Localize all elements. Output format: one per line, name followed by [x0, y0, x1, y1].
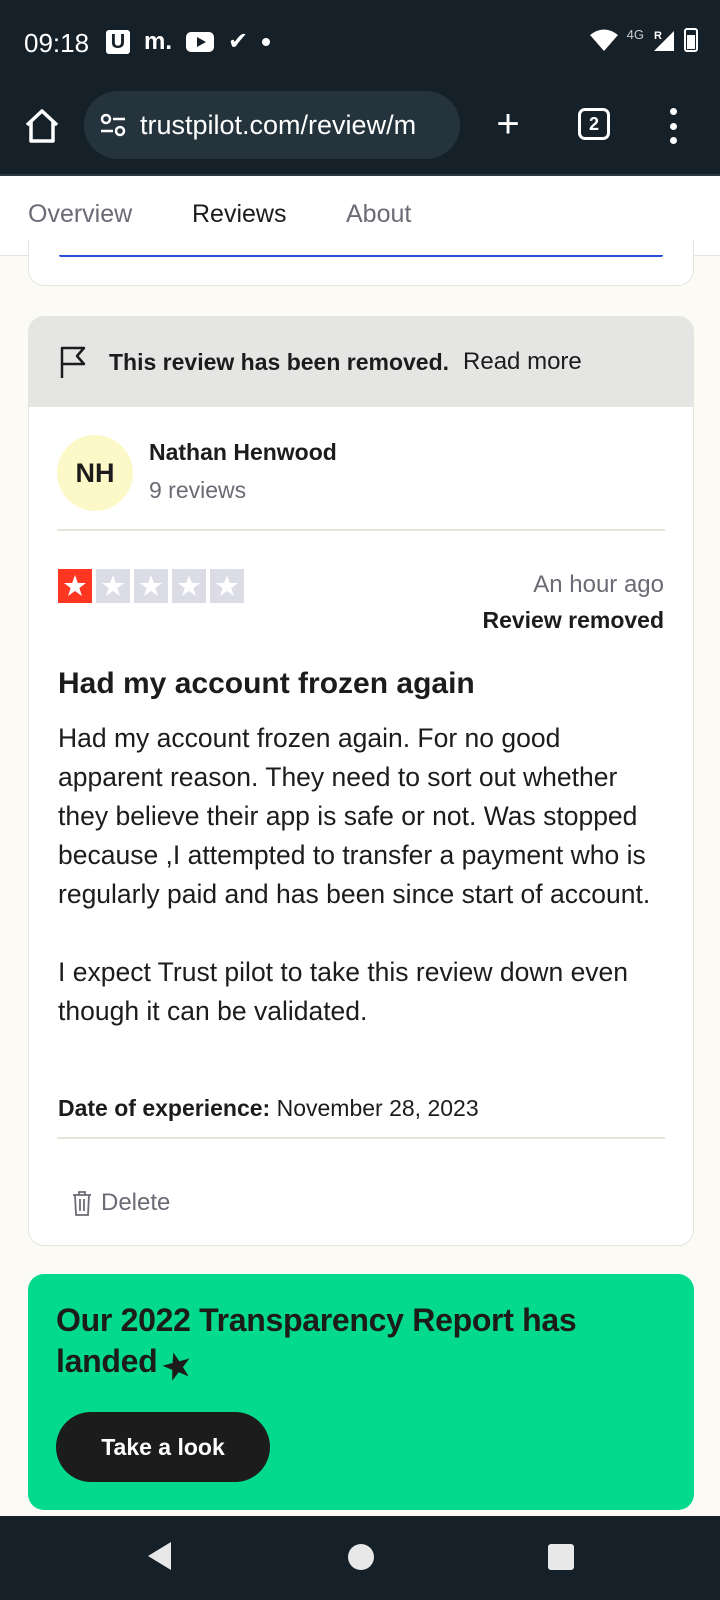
footer-divider	[57, 1137, 665, 1139]
review-status: Review removed	[482, 607, 664, 633]
star-empty-icon	[134, 569, 168, 603]
notification-icons: U m. ✔	[106, 28, 271, 55]
read-more-link[interactable]: Read more	[463, 348, 582, 376]
star-empty-icon	[96, 569, 130, 603]
review-title: Had my account frozen again	[58, 667, 475, 700]
tab-switcher-button[interactable]: 2	[578, 108, 610, 140]
tab-overview[interactable]: Overview	[28, 200, 132, 229]
star-empty-icon	[210, 569, 244, 603]
new-tab-button[interactable]: +	[488, 102, 528, 146]
review-card: This review has been removed. Read more …	[28, 316, 694, 1246]
review-paragraph: I expect Trust pilot to take this review…	[58, 957, 629, 1026]
wifi-icon	[589, 29, 618, 51]
star-empty-icon	[172, 569, 206, 603]
promo-title: Our 2022 Transparency Report has landed	[56, 1300, 656, 1382]
system-icons: 4G R	[589, 26, 698, 52]
delete-label: Delete	[101, 1189, 171, 1216]
transparency-report-banner: Our 2022 Transparency Report has landed …	[28, 1274, 694, 1510]
signal-icon: R	[654, 30, 674, 51]
removed-banner: This review has been removed. Read more	[29, 317, 693, 407]
take-a-look-button[interactable]: Take a look	[56, 1412, 270, 1482]
home-icon[interactable]	[348, 1544, 374, 1570]
app-m-notification-icon: m.	[144, 28, 173, 55]
battery-icon	[684, 28, 698, 52]
date-label: Date of experience:	[58, 1095, 271, 1121]
system-nav-bar	[0, 1516, 720, 1600]
checkmark-icon: ✔	[228, 28, 249, 55]
more-menu-button[interactable]	[668, 108, 678, 144]
promo-title-text: Our 2022 Transparency Report has landed	[56, 1302, 577, 1379]
url-text: trustpilot.com/review/m	[140, 109, 417, 140]
roaming-label: R	[654, 30, 662, 42]
star-rating	[58, 569, 244, 603]
review-body: Had my account frozen again. For no good…	[58, 719, 670, 1070]
youtube-icon	[186, 32, 215, 52]
review-timestamp: An hour ago	[533, 571, 664, 598]
recents-icon[interactable]	[548, 1544, 574, 1570]
previous-card-border	[59, 255, 663, 257]
author-name[interactable]: Nathan Henwood	[149, 439, 337, 466]
home-button[interactable]	[22, 106, 62, 146]
app-u-notification-icon: U	[106, 30, 130, 54]
review-paragraph: Had my account frozen again. For no good…	[58, 723, 651, 909]
header-divider	[57, 529, 665, 531]
delete-button[interactable]: Delete	[71, 1189, 170, 1217]
tab-about[interactable]: About	[346, 200, 411, 229]
author-review-count: 9 reviews	[149, 477, 247, 503]
status-bar: 09:18 U m. ✔ 4G R	[0, 0, 720, 88]
flag-icon	[60, 346, 86, 378]
trustpilot-star-icon	[162, 1352, 190, 1381]
back-icon[interactable]	[145, 1540, 175, 1572]
avatar[interactable]: NH	[57, 435, 133, 511]
trash-icon	[73, 1191, 91, 1216]
previous-card	[28, 240, 694, 286]
site-settings-icon[interactable]	[98, 110, 128, 140]
more-notifications-dot-icon	[262, 38, 271, 46]
date-of-experience: Date of experience: November 28, 2023	[58, 1095, 479, 1122]
date-value: November 28, 2023	[276, 1095, 479, 1121]
tab-reviews[interactable]: Reviews	[192, 200, 286, 229]
removed-notice: This review has been removed.	[109, 348, 450, 375]
network-type-label: 4G	[626, 26, 644, 42]
browser-toolbar: trustpilot.com/review/m + 2	[0, 88, 720, 176]
star-filled-icon	[58, 569, 92, 603]
address-bar[interactable]: trustpilot.com/review/m	[84, 91, 460, 159]
status-time: 09:18	[24, 28, 90, 58]
